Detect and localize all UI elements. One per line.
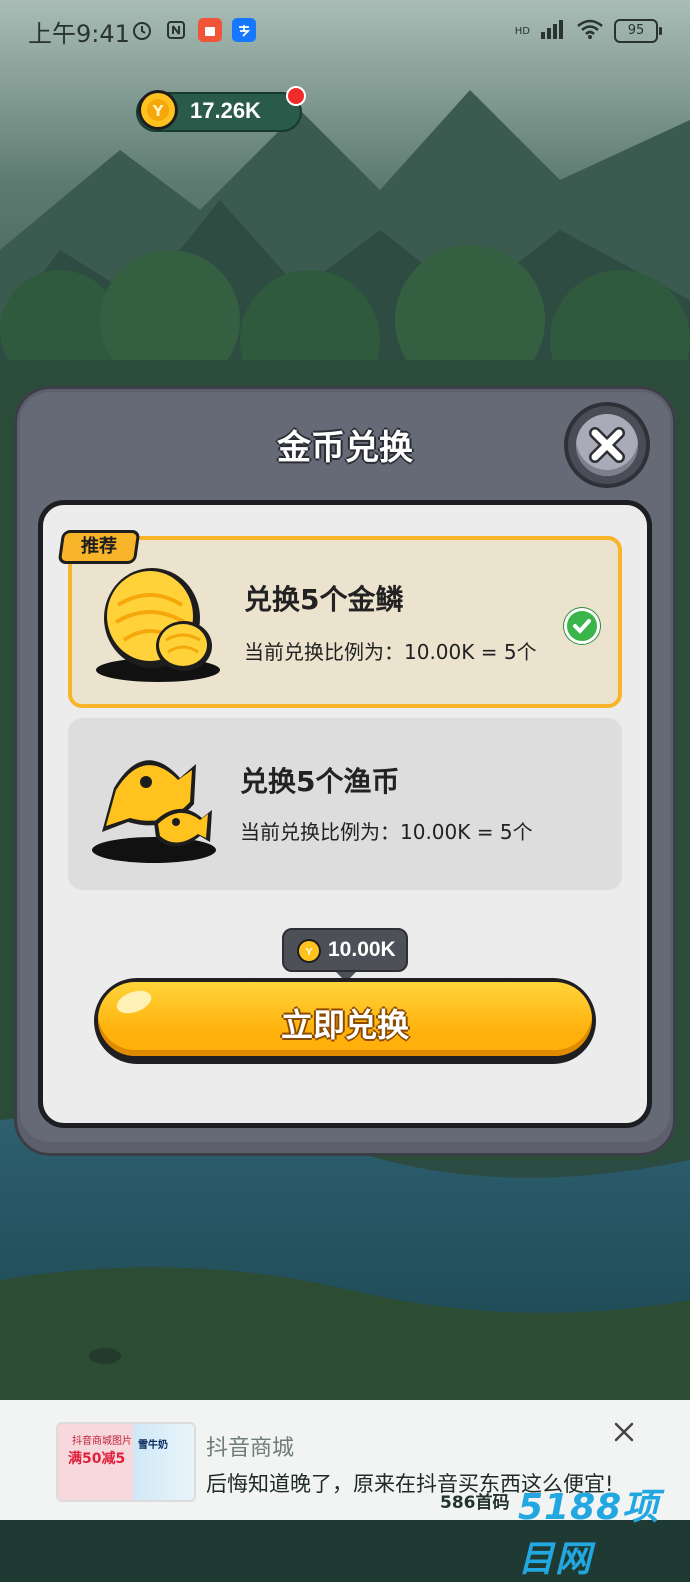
fish-coin-icon (84, 738, 224, 868)
golden-scale-icon (88, 560, 228, 690)
status-bar: 上午9:41 HD 95 (0, 0, 690, 62)
exchange-now-label: 立即兑换 (280, 1006, 409, 1044)
status-system-icons: HD 95 (514, 18, 662, 44)
wifi-icon (576, 18, 604, 44)
alipay-icon (232, 18, 256, 42)
status-time: 上午9:41 (28, 20, 130, 48)
option-name: 兑换5个渔币 (240, 765, 400, 798)
close-button[interactable] (568, 406, 646, 484)
option-rate: 当前兑换比例为：10.00K = 5个 (244, 640, 537, 664)
coin-symbol: Y (152, 102, 165, 120)
gold-coin-icon: Y (136, 88, 180, 132)
nfc-icon (164, 18, 188, 42)
coin-symbol: Y (304, 947, 313, 958)
ad-thumb-caption: 抖音商城图片 (72, 1436, 132, 1447)
notification-dot (286, 86, 306, 106)
coin-balance-counter[interactable]: Y 17.26K (136, 90, 302, 132)
ad-close-icon[interactable] (612, 1420, 636, 1444)
watermark-logo: 5188项目网 (518, 1487, 660, 1580)
signal-icon (540, 18, 566, 44)
ad-thumbnail[interactable]: 抖音商城图片 满50减5 雪牛奶 (56, 1422, 196, 1502)
exchange-cost-value: 10.00K (328, 938, 396, 961)
status-notification-icons (130, 18, 256, 42)
coin-balance-value: 17.26K (190, 98, 261, 123)
recommended-badge-label: 推荐 (81, 536, 117, 557)
ad-thumb-promo: 满50减5 (68, 1451, 126, 1467)
close-icon (589, 427, 625, 463)
network-type: HD (514, 25, 530, 37)
option-rate: 当前兑换比例为：10.00K = 5个 (240, 820, 533, 844)
ad-title: 抖音商城 (206, 1436, 295, 1461)
battery-indicator: 95 (614, 19, 662, 43)
exchange-option-fish-coin[interactable]: 兑换5个渔币 当前兑换比例为：10.00K = 5个 (68, 718, 622, 890)
exchange-cost-tag: Y 10.00K (282, 928, 408, 982)
shopping-icon (198, 18, 222, 42)
gold-coin-icon: Y (296, 938, 322, 964)
watermark-text: 586首码 (440, 1493, 510, 1513)
exchange-option-golden-scale[interactable]: 兑换5个金鳞 当前兑换比例为：10.00K = 5个 (68, 536, 622, 708)
selected-check-icon (564, 608, 600, 644)
option-name: 兑换5个金鳞 (244, 583, 404, 616)
alarm-icon (130, 18, 154, 42)
exchange-now-button[interactable]: 立即兑换 (94, 978, 596, 1064)
ad-thumb-brand: 雪牛奶 (138, 1440, 168, 1451)
recommended-badge: 推荐 (57, 530, 141, 564)
